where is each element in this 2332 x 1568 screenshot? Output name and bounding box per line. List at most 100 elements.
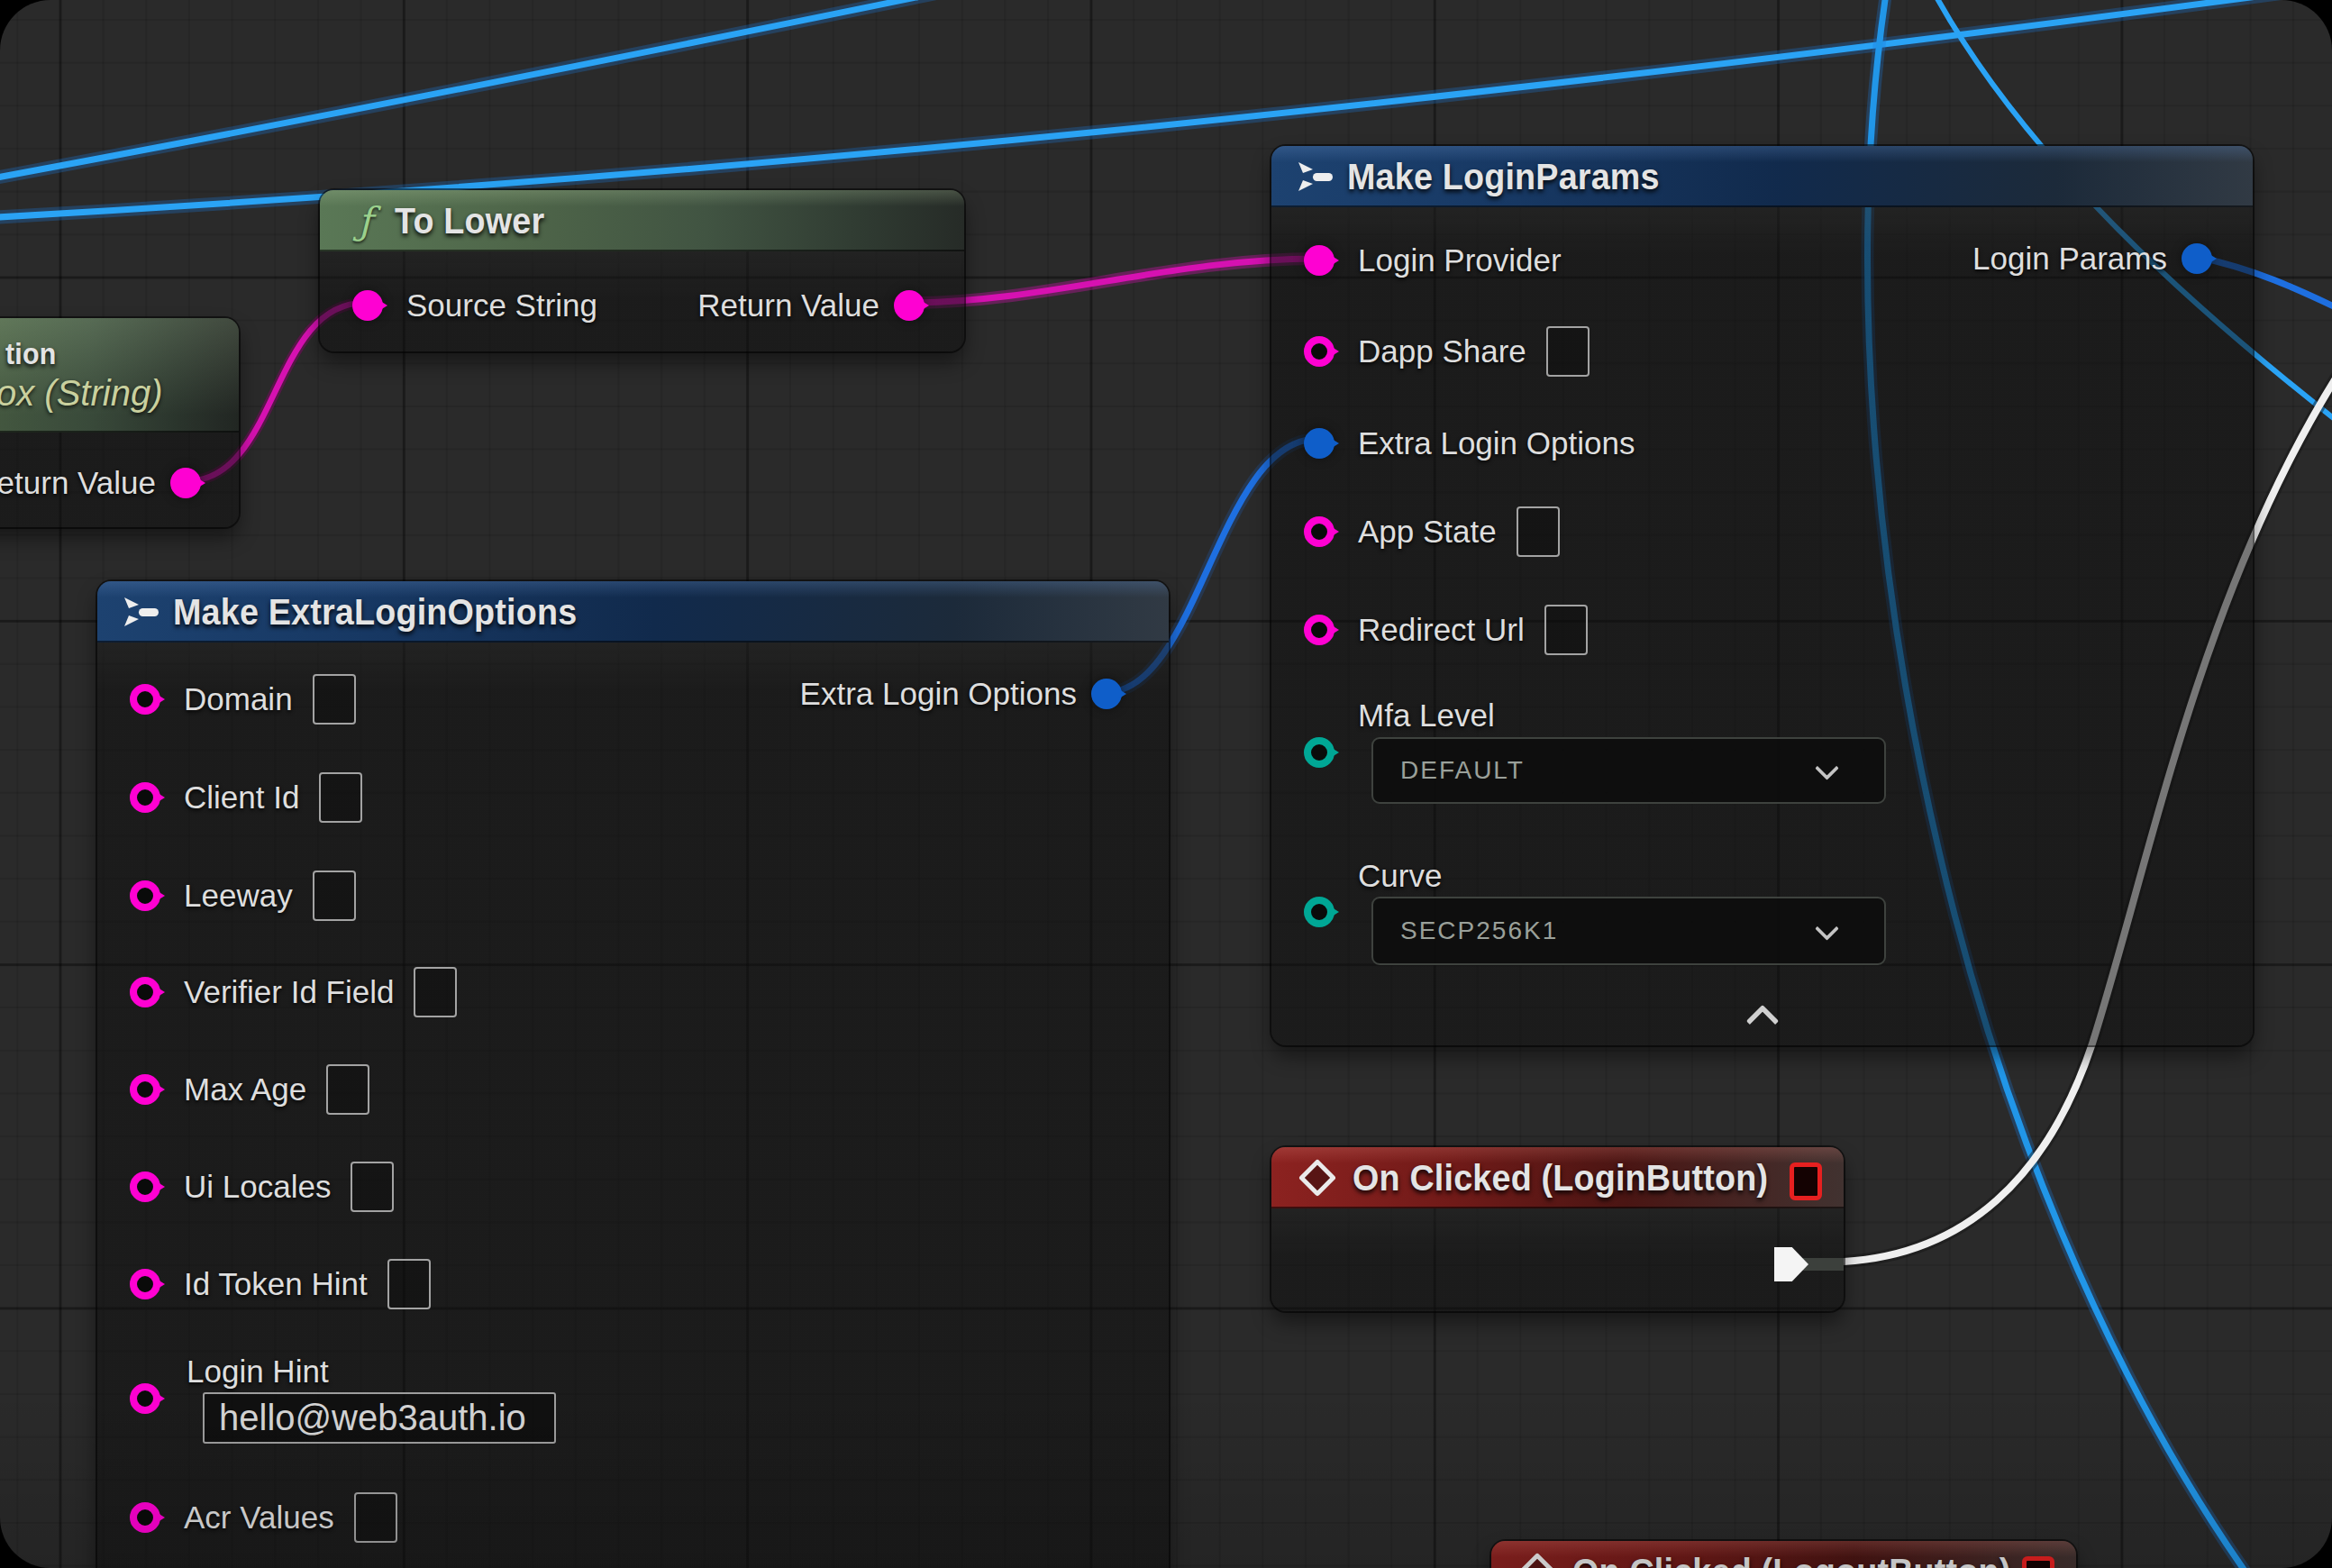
node-textbox-partial-header: tion ox (String) [0,318,239,433]
app-state-label: App State [1358,514,1497,550]
node-make-extra-login-options[interactable]: Make ExtraLoginOptions Domain Client Id … [97,581,1169,1568]
function-icon: ƒ [347,199,383,243]
redirect-url-value-box[interactable] [1544,605,1588,655]
row-ui-locales: Ui Locales [130,1158,394,1216]
curve-label: Curve [1358,858,1442,894]
verifier-id-field-label: Verifier Id Field [184,974,394,1010]
login-provider-pin[interactable] [1304,245,1344,276]
node-textbox-partial-subtitle: ox (String) [0,373,163,414]
node-make-extra-login-options-header: Make ExtraLoginOptions [97,581,1169,643]
to-lower-source-string-label: Source String [406,287,597,324]
acr-values-label: Acr Values [184,1500,334,1536]
domain-label: Domain [184,681,293,717]
id-token-hint-label: Id Token Hint [184,1266,368,1302]
extra-login-options-out-pin[interactable] [1091,679,1131,709]
curve-chevron-icon [1815,916,1839,941]
login-hint-pin[interactable] [130,1383,169,1414]
row-client-id: Client Id [130,769,362,826]
node-make-extra-login-options-title: Make ExtraLoginOptions [173,591,577,634]
login-params-out-pin[interactable] [2182,243,2221,274]
textbox-return-value-label: Return Value [0,465,156,501]
row-dapp-share: Dapp Share [1304,323,1590,380]
delegate-pin-icon[interactable] [2022,1556,2054,1568]
mfa-level-chevron-icon [1815,756,1839,780]
blueprint-graph-canvas[interactable]: tion ox (String) Return Value ƒ To Lower… [0,0,2332,1568]
node-on-clicked-login-button-title: On Clicked (LoginButton) [1353,1157,1768,1199]
mfa-level-value: DEFAULT [1400,756,1525,785]
row-redirect-url: Redirect Url [1304,601,1588,659]
curve-pin[interactable] [1304,897,1344,927]
client-id-pin[interactable] [130,782,169,813]
dapp-share-value-box[interactable] [1546,326,1590,377]
app-state-pin[interactable] [1304,516,1344,547]
ui-locales-pin[interactable] [130,1171,169,1202]
row-login-provider: Login Provider [1304,232,1562,289]
to-lower-return-value-pin[interactable] [894,290,934,321]
login-hint-input[interactable] [219,1398,540,1438]
app-state-value-box[interactable] [1517,506,1560,557]
mfa-level-pin[interactable] [1304,737,1344,768]
textbox-return-value-pin[interactable] [170,468,210,498]
extra-login-options-out-label: Extra Login Options [800,676,1077,712]
curve-dropdown[interactable]: SECP256K1 [1371,897,1886,965]
domain-value-box[interactable] [313,674,356,725]
client-id-value-box[interactable] [319,772,362,823]
curve-value: SECP256K1 [1400,916,1558,945]
row-verifier-id-field: Verifier Id Field [130,963,457,1021]
row-login-hint [130,1370,169,1427]
redirect-url-pin[interactable] [1304,615,1344,645]
login-provider-label: Login Provider [1358,242,1562,278]
node-make-login-params[interactable]: Make LoginParams Login Provider Dapp Sha… [1271,146,2253,1045]
verifier-id-field-pin[interactable] [130,977,169,1007]
node-on-clicked-logout-button[interactable]: On Clicked (LogoutButton) [1491,1541,2076,1568]
textbox-return-value-row: Return Value [0,454,210,512]
row-acr-values: Acr Values [130,1489,397,1546]
leeway-label: Leeway [184,878,293,914]
event-icon [1298,1159,1336,1197]
client-id-label: Client Id [184,779,299,816]
node-to-lower-header: ƒ To Lower [320,190,964,251]
node-to-lower[interactable]: ƒ To Lower Source String Return Value [320,190,964,351]
collapse-node-button[interactable] [1751,1009,1774,1033]
acr-values-value-box[interactable] [354,1492,397,1543]
collapse-chevron-icon [1745,1005,1779,1038]
login-hint-label: Login Hint [187,1354,329,1390]
node-textbox-partial[interactable]: tion ox (String) Return Value [0,318,239,527]
to-lower-source-string-pin[interactable] [352,290,392,321]
ui-locales-value-box[interactable] [351,1162,394,1212]
row-extra-login-options-in: Extra Login Options [1304,415,1635,472]
ui-locales-label: Ui Locales [184,1169,331,1205]
exec-out-pin[interactable] [1774,1247,1808,1281]
node-on-clicked-logout-button-header: On Clicked (LogoutButton) [1491,1541,2076,1568]
row-leeway: Leeway [130,867,356,925]
row-mfa-level [1304,724,1344,781]
acr-values-pin[interactable] [130,1502,169,1533]
row-app-state: App State [1304,503,1560,561]
max-age-label: Max Age [184,1071,306,1108]
node-on-clicked-login-button[interactable]: On Clicked (LoginButton) [1271,1147,1844,1311]
row-extra-login-options-out: Extra Login Options [800,665,1131,723]
mfa-level-dropdown[interactable]: DEFAULT [1371,737,1886,804]
domain-pin[interactable] [130,684,169,715]
node-textbox-partial-title: tion [5,337,56,371]
id-token-hint-pin[interactable] [130,1269,169,1299]
row-max-age: Max Age [130,1061,369,1118]
node-on-clicked-login-button-header: On Clicked (LoginButton) [1271,1147,1844,1208]
login-hint-input-box[interactable] [203,1392,556,1444]
row-id-token-hint: Id Token Hint [130,1255,431,1313]
verifier-id-field-value-box[interactable] [414,967,457,1017]
to-lower-return-value-label: Return Value [697,287,879,324]
extra-login-options-in-label: Extra Login Options [1358,425,1635,461]
max-age-value-box[interactable] [326,1064,369,1115]
dapp-share-pin[interactable] [1304,336,1344,367]
login-params-out-label: Login Params [1972,241,2167,277]
leeway-value-box[interactable] [313,871,356,921]
mfa-level-label: Mfa Level [1358,697,1495,734]
row-domain: Domain [130,670,356,728]
id-token-hint-value-box[interactable] [387,1259,431,1309]
max-age-pin[interactable] [130,1074,169,1105]
extra-login-options-in-pin[interactable] [1304,428,1344,459]
delegate-pin-icon[interactable] [1790,1162,1822,1200]
leeway-pin[interactable] [130,880,169,911]
to-lower-return-value-row: Return Value [697,277,934,334]
